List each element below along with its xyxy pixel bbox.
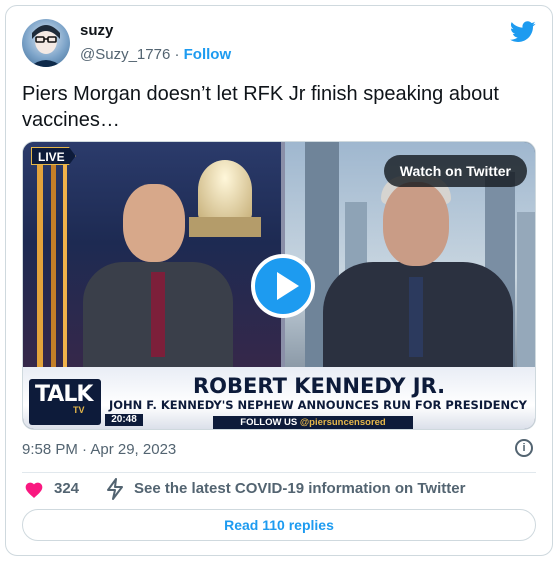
avatar[interactable]	[22, 19, 70, 67]
author-handle[interactable]: @Suzy_1776	[80, 46, 170, 63]
embedded-tweet-card: suzy @Suzy_1776 · Follow Piers Morgan do…	[5, 5, 553, 556]
lower-third-subheadline: JOHN F. KENNEDY'S NEPHEW ANNOUNCES RUN F…	[109, 398, 527, 412]
divider	[22, 472, 536, 473]
tweet-text: Piers Morgan doesn’t let RFK Jr finish s…	[22, 83, 499, 131]
twitter-bird-icon[interactable]	[510, 21, 536, 43]
channel-logo-sub: TV	[73, 405, 85, 415]
heart-icon[interactable]	[24, 480, 44, 500]
read-replies-button[interactable]: Read 110 replies	[22, 509, 536, 541]
author-name[interactable]: suzy	[80, 22, 113, 39]
covid-info-link[interactable]: See the latest COVID-19 information on T…	[134, 480, 465, 497]
like-count[interactable]: 324	[54, 480, 79, 497]
channel-logo: TALK	[35, 382, 93, 407]
info-icon[interactable]: i	[515, 439, 533, 457]
live-badge: LIVE	[31, 147, 76, 165]
handle-separator: ·	[174, 46, 180, 63]
lightning-icon	[107, 478, 123, 500]
watch-on-twitter-button[interactable]: Watch on Twitter	[383, 155, 527, 187]
video-player[interactable]: LIVE Watch on Twitter TALK TV 20:48 ROBE…	[22, 141, 536, 430]
broadcast-clock: 20:48	[105, 414, 143, 426]
follow-button[interactable]: Follow	[184, 46, 232, 63]
follow-handle: @piersuncensored	[299, 417, 386, 428]
follow-us-bar: FOLLOW US @piersuncensored	[213, 416, 413, 429]
follow-us-label: FOLLOW US	[240, 417, 298, 428]
tweet-timestamp[interactable]: 9:58 PM · Apr 29, 2023	[22, 441, 176, 458]
play-button[interactable]	[251, 254, 315, 318]
lower-third-headline: ROBERT KENNEDY JR.	[193, 374, 446, 398]
play-icon	[277, 272, 299, 300]
video-left-panel	[23, 142, 281, 372]
author-handle-row: @Suzy_1776 · Follow	[80, 46, 231, 63]
